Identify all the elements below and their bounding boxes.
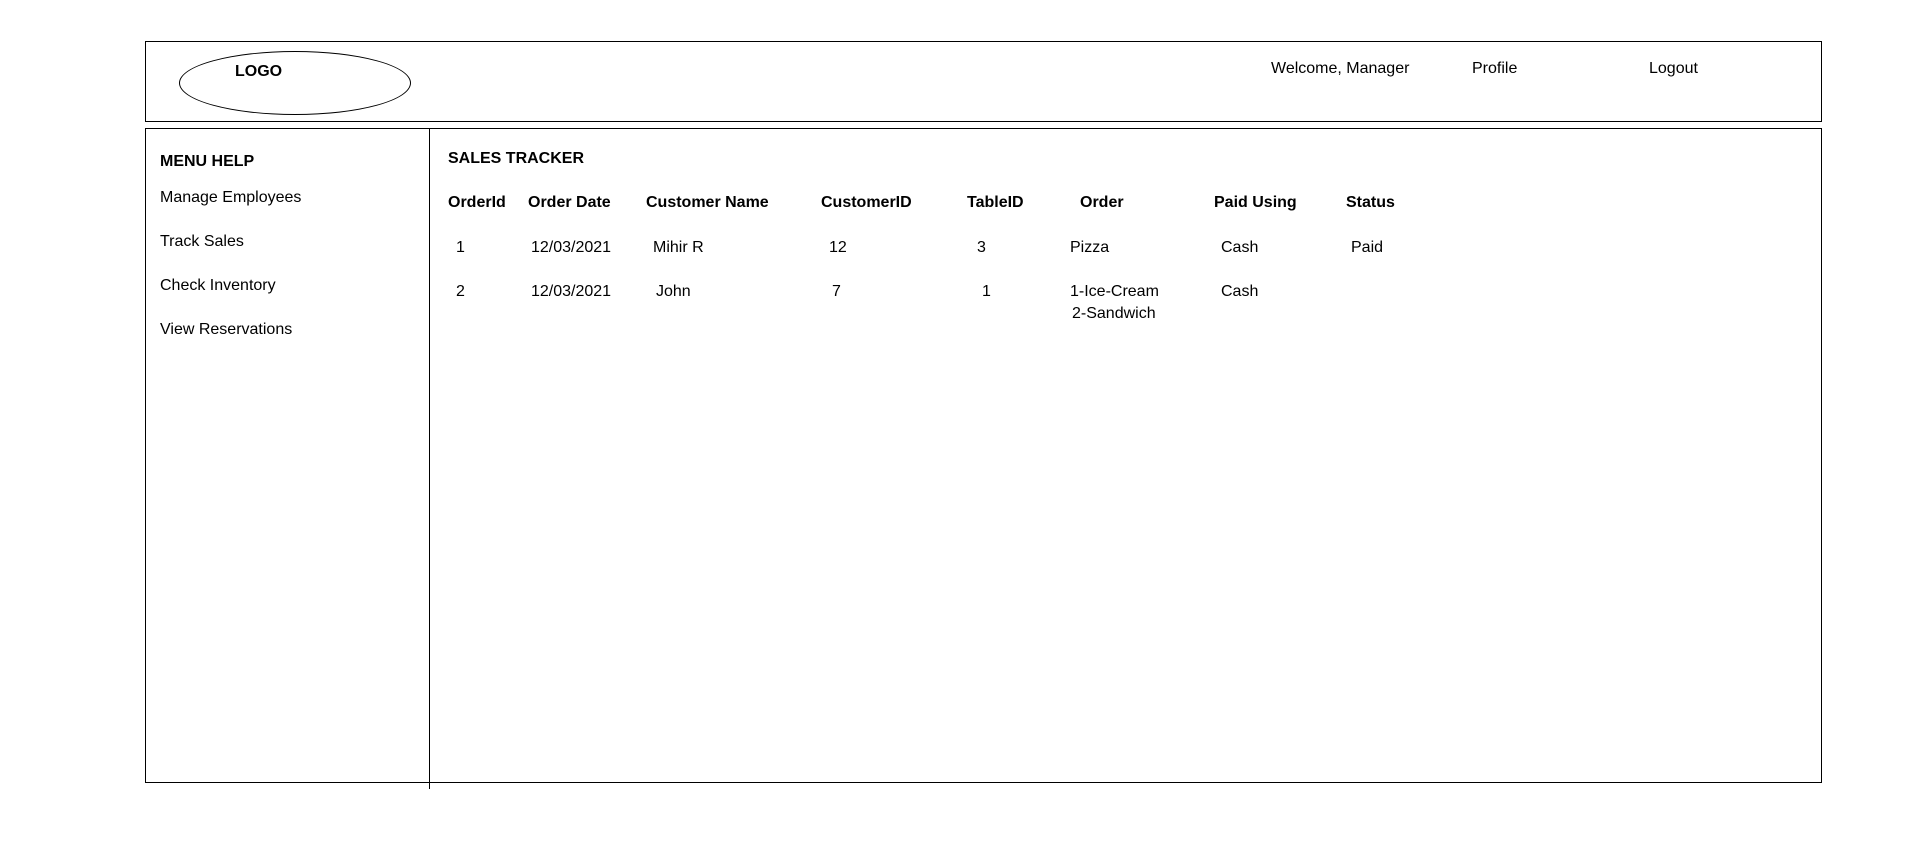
cell-table-id: 3 bbox=[977, 239, 986, 256]
page-title: SALES TRACKER bbox=[448, 150, 585, 167]
cell-order: Pizza bbox=[1070, 237, 1109, 259]
column-header-order-id: OrderId bbox=[448, 194, 506, 211]
logo-text: LOGO bbox=[235, 63, 283, 80]
header-bar: LOGO Welcome, Manager Profile Logout bbox=[145, 41, 1822, 122]
sidebar-item-track-sales[interactable]: Track Sales bbox=[160, 233, 244, 251]
cell-order-date: 12/03/2021 bbox=[531, 283, 612, 300]
logo[interactable]: LOGO bbox=[179, 51, 411, 115]
cell-status: Paid bbox=[1351, 239, 1384, 256]
logout-link[interactable]: Logout bbox=[1649, 60, 1698, 78]
cell-paid-using: Cash bbox=[1221, 283, 1259, 300]
sidebar-item-view-reservations[interactable]: View Reservations bbox=[160, 321, 292, 339]
column-header-paid-using: Paid Using bbox=[1214, 194, 1297, 211]
cell-order: 1-Ice-Cream 2-Sandwich bbox=[1070, 281, 1159, 325]
cell-paid-using: Cash bbox=[1221, 239, 1259, 256]
cell-table-id: 1 bbox=[982, 283, 991, 300]
column-header-customer-name: Customer Name bbox=[646, 194, 769, 211]
column-header-table-id: TableID bbox=[967, 194, 1024, 211]
column-header-order-date: Order Date bbox=[528, 194, 611, 211]
profile-link[interactable]: Profile bbox=[1472, 60, 1517, 78]
column-header-customer-id: CustomerID bbox=[821, 194, 912, 211]
sidebar-item-manage-employees[interactable]: Manage Employees bbox=[160, 189, 301, 207]
cell-order-id: 2 bbox=[456, 283, 465, 300]
welcome-message: Welcome, Manager bbox=[1271, 60, 1410, 77]
order-item: Pizza bbox=[1070, 239, 1110, 256]
column-header-status: Status bbox=[1346, 194, 1395, 211]
order-item: 1-Ice-Cream bbox=[1070, 283, 1159, 300]
cell-customer-name: John bbox=[656, 283, 691, 300]
cell-customer-id: 7 bbox=[832, 283, 841, 300]
order-item: 2-Sandwich bbox=[1072, 305, 1156, 322]
sidebar-divider bbox=[429, 128, 430, 789]
cell-customer-name: Mihir R bbox=[653, 239, 704, 256]
sidebar-item-check-inventory[interactable]: Check Inventory bbox=[160, 277, 276, 295]
content-frame: MENU HELP Manage Employees Track Sales C… bbox=[145, 128, 1822, 789]
column-header-order: Order bbox=[1080, 194, 1124, 211]
sidebar-title: MENU HELP bbox=[160, 153, 255, 170]
cell-order-date: 12/03/2021 bbox=[531, 239, 612, 256]
cell-order-id: 1 bbox=[456, 239, 465, 256]
cell-customer-id: 12 bbox=[829, 239, 847, 256]
